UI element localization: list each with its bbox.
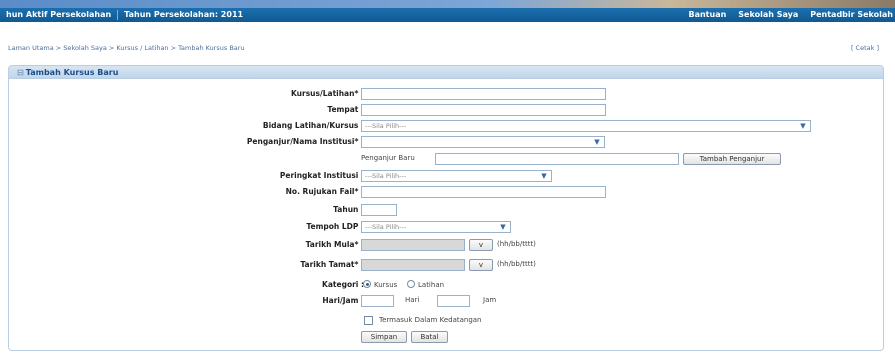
kedatangan-checkbox[interactable] bbox=[364, 316, 373, 325]
peringkat-select-value: ---Sila Pilih--- bbox=[365, 172, 407, 180]
tahun-input[interactable] bbox=[361, 204, 397, 216]
penganjur-baru-label: Penganjur Baru bbox=[361, 154, 415, 162]
peringkat-select[interactable]: ---Sila Pilih--- ▼ bbox=[361, 170, 552, 182]
kategori-latihan-text: Latihan bbox=[418, 281, 445, 289]
chevron-down-icon[interactable]: ▼ bbox=[592, 139, 602, 146]
hari-jam-label: Hari/Jam : bbox=[322, 296, 364, 305]
tempat-label: Tempat : bbox=[327, 105, 364, 114]
kedatangan-label: Termasuk Dalam Kedatangan bbox=[379, 316, 482, 324]
kategori-latihan-option[interactable]: Latihan bbox=[407, 280, 444, 289]
penganjur-label: Penganjur/Nama Institusi* : bbox=[246, 137, 364, 146]
kursus-input[interactable] bbox=[361, 88, 606, 100]
rujukan-label: No. Rujukan Fail* : bbox=[285, 187, 364, 196]
top-navbar: hun Aktif Persekolahan Tahun Persekolaha… bbox=[0, 8, 895, 22]
tempoh-select[interactable]: ---Sila Pilih--- ▼ bbox=[361, 221, 511, 233]
header-banner bbox=[0, 0, 895, 8]
add-course-panel: ⊟ Tambah Kursus Baru Kursus/Latihan* : T… bbox=[8, 65, 884, 351]
kategori-label: Kategori : bbox=[322, 280, 364, 289]
nav-link-pentadbir-sekolah[interactable]: Pentadbir Sekolah bbox=[810, 8, 893, 22]
bidang-select-value: ---Sila Pilih--- bbox=[365, 122, 407, 130]
batal-button[interactable]: Batal bbox=[411, 331, 448, 343]
panel-header: ⊟ Tambah Kursus Baru bbox=[9, 66, 883, 79]
print-link[interactable]: [ Cetak ] bbox=[851, 44, 879, 52]
hari-input[interactable] bbox=[361, 295, 394, 307]
school-year: Tahun Persekolahan: 2011 bbox=[124, 10, 244, 19]
tahun-label: Tahun : bbox=[333, 205, 364, 214]
tarikh-mula-format: (hh/bb/tttt) bbox=[497, 240, 536, 248]
collapse-icon[interactable]: ⊟ bbox=[17, 66, 24, 79]
jam-label: Jam bbox=[483, 296, 497, 304]
bidang-select[interactable]: ---Sila Pilih--- ▼ bbox=[361, 120, 811, 132]
tambah-penganjur-button[interactable]: Tambah Penganjur bbox=[683, 153, 781, 165]
tempat-input[interactable] bbox=[361, 104, 606, 116]
radio-icon[interactable] bbox=[363, 280, 371, 288]
nav-link-bantuan[interactable]: Bantuan bbox=[688, 8, 726, 22]
peringkat-label: Peringkat Institusi : bbox=[279, 171, 364, 180]
bidang-label: Bidang Latihan/Kursus : bbox=[262, 121, 364, 130]
chevron-down-icon[interactable]: ▼ bbox=[539, 173, 549, 180]
tempoh-label: Tempoh LDP : bbox=[306, 222, 364, 231]
chevron-down-icon[interactable]: ▼ bbox=[498, 224, 508, 231]
tempoh-select-value: ---Sila Pilih--- bbox=[365, 223, 407, 231]
tarikh-mula-button[interactable]: v bbox=[469, 239, 493, 251]
tarikh-mula-input[interactable] bbox=[361, 239, 465, 251]
tarikh-mula-label: Tarikh Mula* : bbox=[305, 240, 364, 249]
panel-title: Tambah Kursus Baru bbox=[25, 68, 119, 77]
tarikh-tamat-label: Tarikh Tamat* : bbox=[300, 260, 364, 269]
nav-link-sekolah-saya[interactable]: Sekolah Saya bbox=[738, 8, 798, 22]
chevron-down-icon[interactable]: ▼ bbox=[798, 123, 808, 130]
kategori-kursus-option[interactable]: Kursus bbox=[363, 280, 397, 289]
tarikh-tamat-button[interactable]: v bbox=[469, 259, 493, 271]
kursus-label: Kursus/Latihan* : bbox=[291, 89, 364, 98]
hari-label: Hari bbox=[405, 296, 420, 304]
penganjur-select[interactable]: ▼ bbox=[361, 136, 605, 148]
rujukan-input[interactable] bbox=[361, 186, 606, 198]
jam-input[interactable] bbox=[437, 295, 470, 307]
breadcrumb[interactable]: Laman Utama > Sekolah Saya > Kursus / La… bbox=[8, 44, 245, 52]
radio-icon[interactable] bbox=[407, 280, 415, 288]
tarikh-tamat-format: (hh/bb/tttt) bbox=[497, 260, 536, 268]
penganjur-baru-input[interactable] bbox=[435, 153, 679, 165]
simpan-button[interactable]: Simpan bbox=[361, 331, 407, 343]
tarikh-tamat-input[interactable] bbox=[361, 259, 465, 271]
kategori-kursus-text: Kursus bbox=[374, 281, 398, 289]
active-year-label: hun Aktif Persekolahan bbox=[6, 10, 112, 19]
